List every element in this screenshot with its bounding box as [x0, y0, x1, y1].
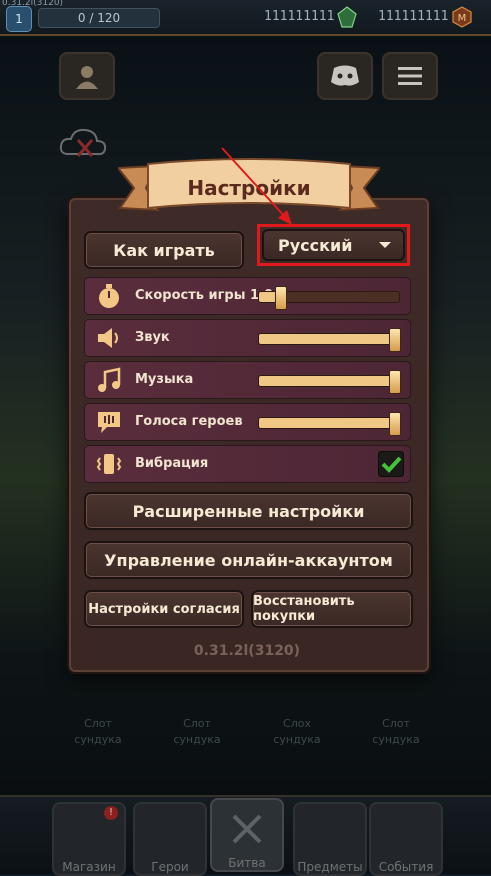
cloud-offline-icon: [59, 128, 107, 157]
menu-button[interactable]: [382, 52, 438, 100]
speaker-icon: [98, 328, 118, 348]
music-note-icon: [98, 367, 121, 392]
speech-bubble-icon: [98, 412, 120, 433]
vibration-row: Вибрация: [84, 445, 411, 483]
game-speed-slider[interactable]: [258, 286, 400, 310]
voices-label: Голоса героев: [135, 414, 243, 429]
nav-tab-heroes[interactable]: Герои: [133, 802, 207, 876]
music-slider[interactable]: [258, 370, 401, 394]
chest-slot-4[interactable]: Слот сундука: [361, 716, 431, 748]
nav-tab-battle[interactable]: Битва: [210, 798, 284, 872]
chest-slot-2[interactable]: Слот сундука: [162, 716, 232, 748]
checkmark-icon: [381, 456, 402, 473]
chest-slot-3[interactable]: Слох сундука: [262, 716, 332, 748]
game-speed-row: Скорость игры 1.0x: [84, 277, 411, 315]
notification-badge: !: [104, 806, 118, 820]
game-speed-slider-thumb[interactable]: [275, 286, 287, 310]
advanced-settings-button[interactable]: Расширенные настройки: [84, 492, 413, 530]
vibration-icon: [96, 454, 122, 474]
version-label: 0.31.2l(3120): [193, 643, 301, 659]
gem-icon[interactable]: [336, 6, 358, 28]
top-bar: 0.31.2l(3120) 1 0 / 120 111111111 111111…: [0, 0, 491, 36]
sound-label: Звук: [135, 330, 170, 345]
svg-text:M: M: [458, 13, 467, 24]
vibration-checkbox[interactable]: [378, 451, 404, 477]
sound-row: Звук: [84, 319, 411, 357]
discord-icon: [331, 65, 359, 86]
voices-slider[interactable]: [258, 412, 401, 436]
currency-1-amount: 111111111: [264, 9, 335, 24]
music-slider-thumb[interactable]: [389, 370, 401, 394]
discord-button[interactable]: [317, 52, 373, 100]
how-to-play-button[interactable]: Как играть: [84, 231, 244, 269]
settings-title: Настройки: [187, 176, 311, 200]
restore-purchases-button[interactable]: Восстановить покупки: [251, 590, 413, 628]
hamburger-icon: [398, 67, 422, 85]
crossed-swords-icon: [232, 814, 262, 844]
nav-tab-events[interactable]: События: [369, 802, 443, 876]
player-level-badge[interactable]: 1: [6, 6, 32, 32]
language-dropdown[interactable]: Русский: [262, 229, 405, 261]
xp-bar: 0 / 120: [38, 8, 160, 28]
voices-row: Голоса героев: [84, 403, 411, 441]
chest-slot-1[interactable]: Слот сундука: [63, 716, 133, 748]
profile-icon: [76, 66, 98, 89]
consent-settings-button[interactable]: Настройки согласия: [84, 590, 244, 628]
stopwatch-icon: [99, 284, 119, 308]
nav-tab-items[interactable]: Предметы: [293, 802, 367, 876]
language-value: Русский: [278, 236, 353, 255]
music-row: Музыка: [84, 361, 411, 399]
sound-slider-thumb[interactable]: [389, 328, 401, 352]
nav-tab-shop[interactable]: ! Магазин: [52, 802, 126, 876]
online-account-button[interactable]: Управление онлайн-аккаунтом: [84, 541, 413, 579]
profile-button[interactable]: [59, 52, 115, 100]
sound-slider[interactable]: [258, 328, 401, 352]
voices-slider-thumb[interactable]: [389, 412, 401, 436]
music-label: Музыка: [135, 372, 194, 387]
coin-icon[interactable]: M: [451, 6, 473, 28]
chevron-down-icon: [379, 242, 391, 248]
currency-2-amount: 111111111: [378, 9, 449, 24]
vibration-label: Вибрация: [135, 456, 209, 471]
